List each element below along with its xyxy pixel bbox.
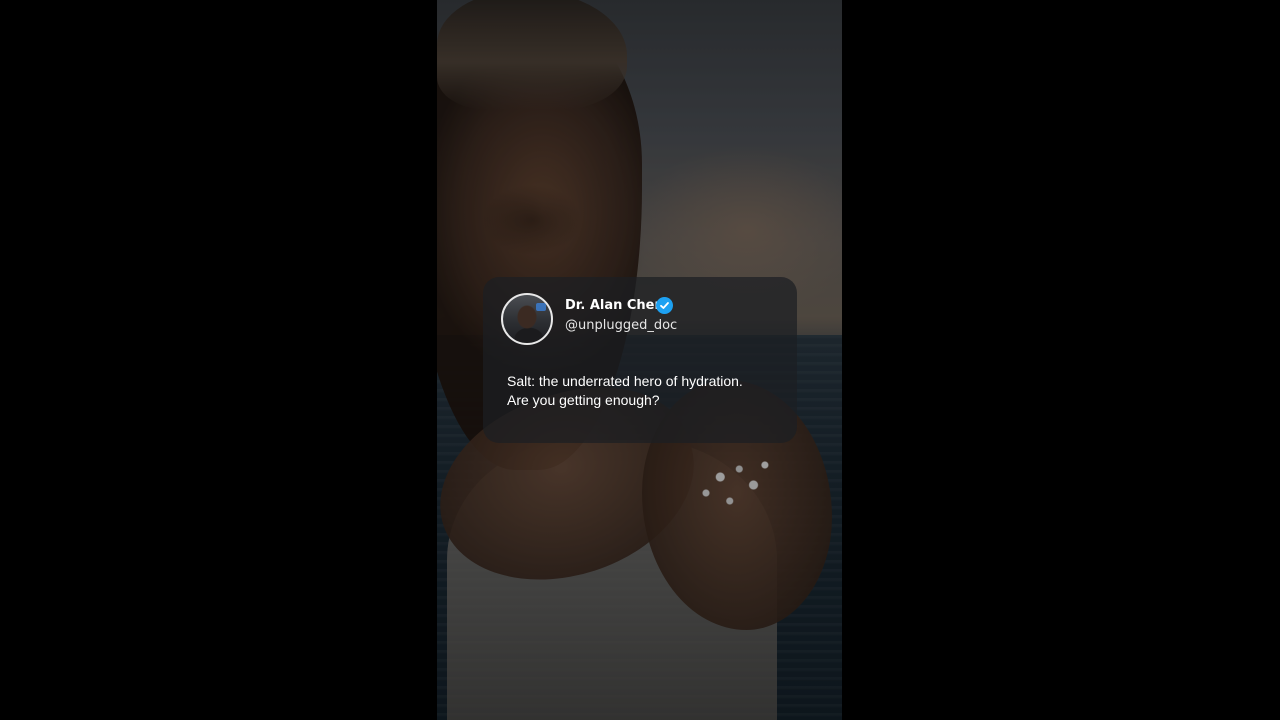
- tweet-text-line: Are you getting enough?: [507, 392, 660, 408]
- verified-badge-icon: [656, 297, 673, 314]
- tweet-text: Salt: the underrated hero of hydration. …: [507, 372, 777, 410]
- author-handle[interactable]: @unplugged_doc: [565, 318, 677, 333]
- checkmark-icon: [660, 302, 669, 309]
- tweet-text-line: Salt: the underrated hero of hydration.: [507, 373, 743, 389]
- tweet-card: Dr. Alan Chen @unplugged_doc Salt: the u…: [483, 277, 797, 443]
- avatar[interactable]: [501, 293, 553, 345]
- video-stage: Dr. Alan Chen @unplugged_doc Salt: the u…: [0, 0, 1280, 720]
- author-name[interactable]: Dr. Alan Chen: [565, 298, 664, 313]
